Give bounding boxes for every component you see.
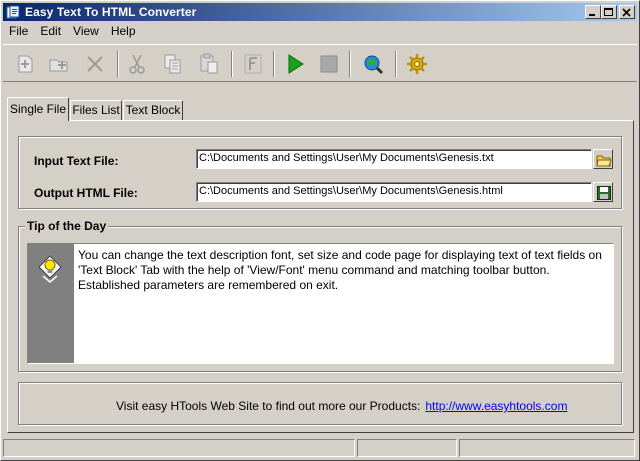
tip-title: Tip of the Day bbox=[25, 219, 109, 233]
output-file-field[interactable]: C:\Documents and Settings\User\My Docume… bbox=[196, 182, 592, 202]
status-bar bbox=[3, 439, 637, 459]
tab-text-block[interactable]: Text Block bbox=[123, 100, 183, 120]
close-button[interactable] bbox=[619, 5, 635, 19]
status-pane-2 bbox=[357, 439, 457, 457]
status-pane-3 bbox=[459, 439, 635, 457]
window-title: Easy Text To HTML Converter bbox=[25, 5, 197, 19]
stop-icon[interactable] bbox=[317, 52, 341, 76]
app-icon bbox=[6, 5, 20, 19]
website-text: Visit easy HTools Web Site to find out m… bbox=[116, 399, 421, 413]
tip-box: You can change the text description font… bbox=[27, 243, 614, 364]
toolbar bbox=[3, 44, 637, 82]
toolbar-separator bbox=[349, 51, 351, 77]
maximize-button[interactable] bbox=[601, 5, 617, 19]
font-icon[interactable] bbox=[241, 52, 265, 76]
tip-sidebar bbox=[28, 244, 74, 363]
browse-output-button[interactable] bbox=[593, 182, 613, 202]
web-icon[interactable] bbox=[361, 52, 385, 76]
new-icon[interactable] bbox=[13, 52, 37, 76]
website-prompt: Visit easy HTools Web Site to find out m… bbox=[116, 399, 567, 413]
tab-files-list[interactable]: Files List bbox=[70, 100, 122, 120]
folder-icon bbox=[596, 155, 612, 167]
open-icon[interactable] bbox=[47, 52, 71, 76]
tab-single-file[interactable]: Single File bbox=[7, 97, 69, 121]
toolbar-separator bbox=[395, 51, 397, 77]
save-icon bbox=[597, 186, 611, 200]
status-pane-1 bbox=[3, 439, 355, 457]
website-link[interactable]: http://www.easyhtools.com bbox=[425, 399, 567, 413]
run-icon[interactable] bbox=[283, 52, 307, 76]
menu-file[interactable]: File bbox=[3, 22, 34, 41]
cut-icon[interactable] bbox=[125, 52, 149, 76]
website-group: Visit easy HTools Web Site to find out m… bbox=[18, 382, 622, 425]
output-file-label: Output HTML File: bbox=[34, 186, 138, 200]
menu-bar: File Edit View Help bbox=[3, 22, 142, 41]
browse-input-button[interactable] bbox=[593, 149, 613, 169]
minimize-icon bbox=[589, 14, 595, 16]
close-icon bbox=[622, 8, 631, 17]
menu-help[interactable]: Help bbox=[105, 22, 142, 41]
toolbar-separator bbox=[273, 51, 275, 77]
minimize-button[interactable] bbox=[585, 5, 601, 19]
tip-text: You can change the text description font… bbox=[78, 248, 602, 292]
lightbulb-icon bbox=[38, 255, 62, 283]
toolbar-separator bbox=[117, 51, 119, 77]
maximize-icon bbox=[604, 8, 613, 16]
input-file-field[interactable]: C:\Documents and Settings\User\My Docume… bbox=[196, 149, 592, 169]
menu-view[interactable]: View bbox=[67, 22, 105, 41]
app-window: Easy Text To HTML Converter File Edit Vi… bbox=[0, 0, 640, 461]
paste-icon[interactable] bbox=[197, 52, 221, 76]
title-bar[interactable]: Easy Text To HTML Converter bbox=[3, 3, 637, 21]
delete-icon[interactable] bbox=[83, 52, 107, 76]
settings-icon[interactable] bbox=[405, 52, 429, 76]
input-file-label: Input Text File: bbox=[34, 154, 119, 168]
copy-icon[interactable] bbox=[161, 52, 185, 76]
toolbar-separator bbox=[231, 51, 233, 77]
menu-edit[interactable]: Edit bbox=[34, 22, 67, 41]
